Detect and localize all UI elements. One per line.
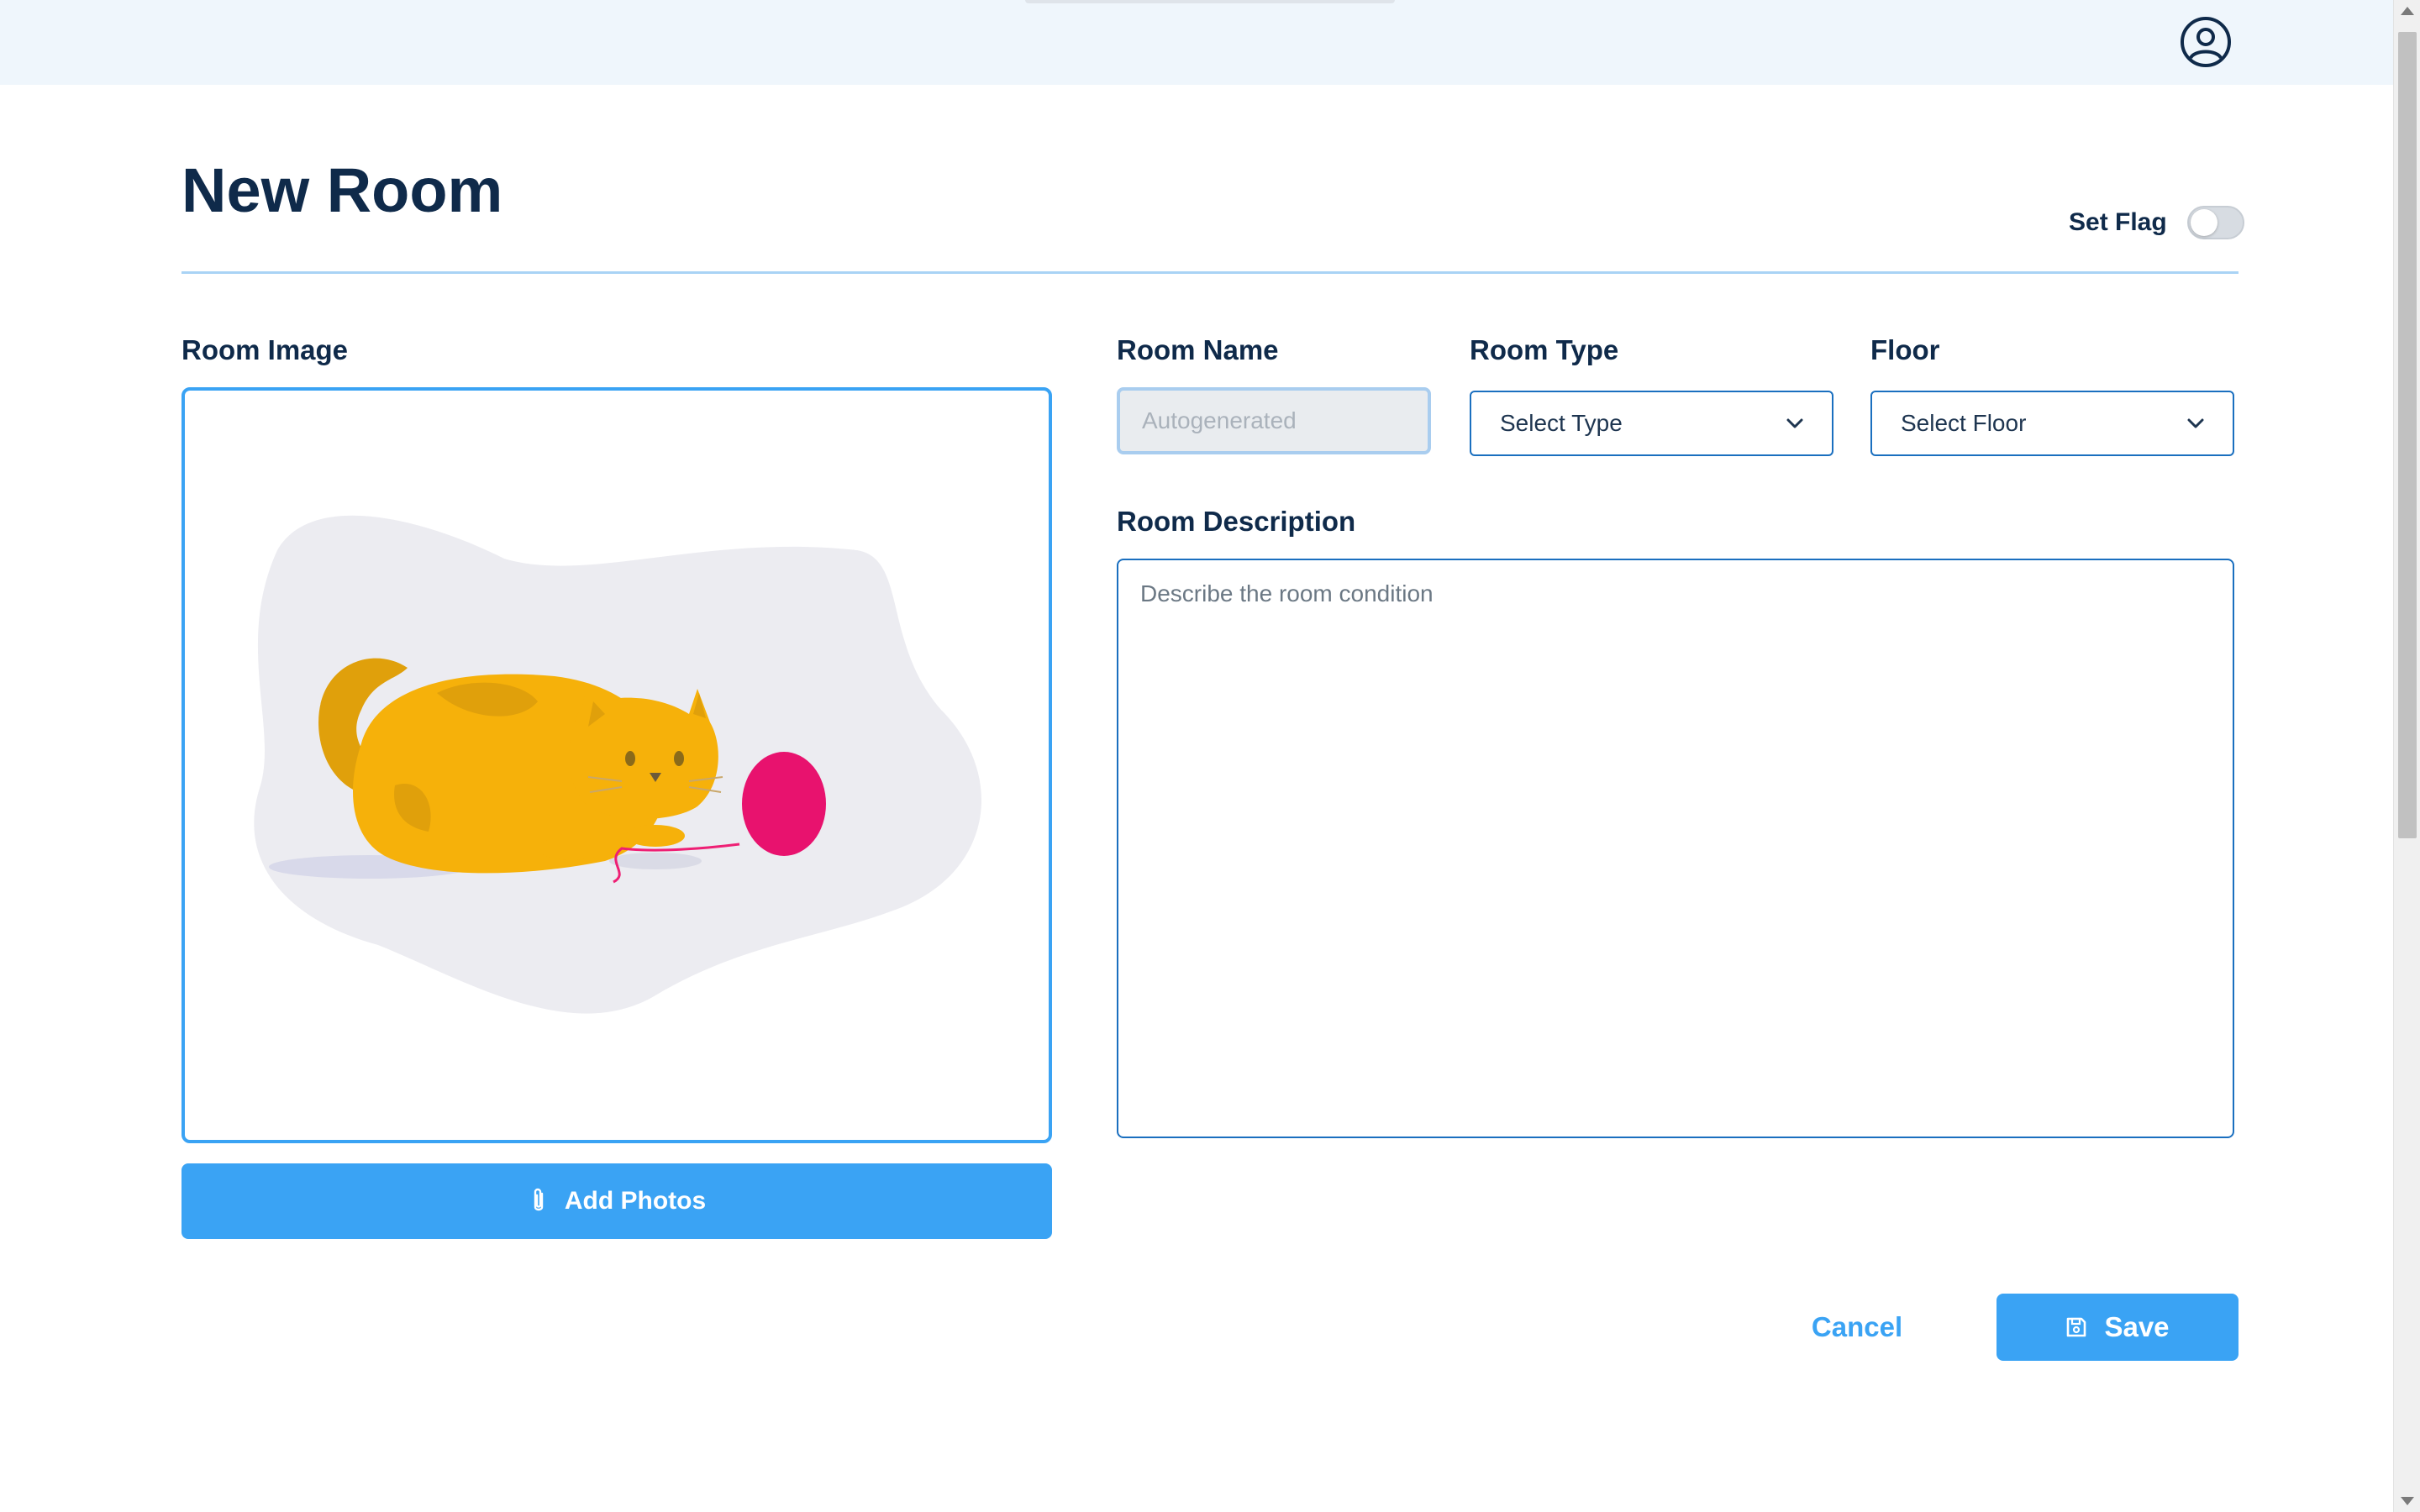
save-label: Save [2104,1311,2170,1342]
cat-with-yarn-illustration [254,515,981,1014]
room-name-input[interactable] [1117,387,1431,454]
room-name-label: Room Name [1117,334,1279,365]
room-type-select[interactable]: Select Type [1470,391,1833,456]
floor-label: Floor [1870,334,1940,365]
room-type-selected: Select Type [1500,410,1623,436]
room-type-label: Room Type [1470,334,1619,365]
room-description-textarea[interactable] [1117,559,2234,1138]
room-description-label: Room Description [1117,506,1356,537]
floor-select[interactable]: Select Floor [1870,391,2234,456]
set-flag-toggle[interactable] [2186,206,2244,239]
set-flag-label: Set Flag [2069,208,2167,236]
paperclip-icon [534,1188,544,1211]
floor-selected: Select Floor [1901,410,2027,436]
save-button[interactable]: Save [1996,1294,2238,1361]
floppy-disk-icon [2067,1317,2086,1337]
page-title: New Room [182,155,503,225]
chevron-down-icon [1786,418,1803,428]
chevron-down-icon [2187,418,2204,428]
top-notch [1025,0,1395,3]
top-bar [0,0,2393,85]
add-photos-button[interactable]: Add Photos [182,1163,1052,1239]
scroll-thumb[interactable] [2398,32,2417,838]
set-flag-control: Set Flag [2069,202,2244,244]
header-divider [182,271,2238,274]
room-image-label: Room Image [182,334,349,365]
user-circle-icon[interactable] [2180,16,2232,68]
page-scrollbar[interactable] [2393,0,2420,1512]
scroll-down-arrow-icon[interactable] [2401,1497,2414,1505]
scroll-up-arrow-icon[interactable] [2401,7,2414,15]
toggle-knob [2190,209,2217,236]
cancel-button[interactable]: Cancel [1790,1294,1924,1361]
room-image-dropzone[interactable] [182,387,1052,1143]
add-photos-label: Add Photos [564,1187,707,1215]
